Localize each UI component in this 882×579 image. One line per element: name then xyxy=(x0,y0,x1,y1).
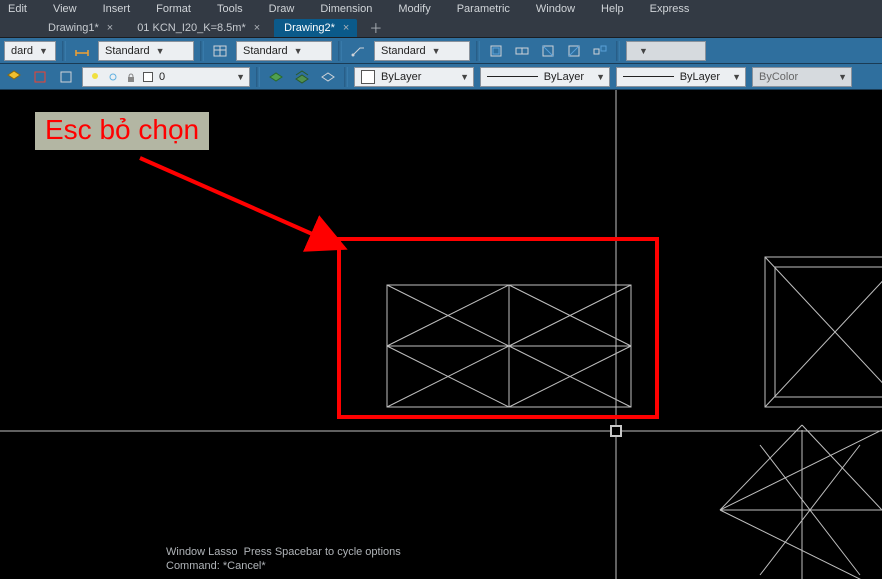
tab-label: 01 KCN_I20_K=8.5m* xyxy=(137,22,246,34)
layer-dropdown[interactable]: 0 ▼ xyxy=(82,67,250,87)
menu-modify[interactable]: Modify xyxy=(398,3,430,15)
color-swatch-icon xyxy=(361,70,375,84)
menu-help[interactable]: Help xyxy=(601,3,624,15)
dd-label: ByLayer xyxy=(544,71,584,83)
chevron-down-icon: ▼ xyxy=(838,72,847,82)
lock-icon xyxy=(125,71,137,83)
chevron-down-icon: ▼ xyxy=(236,72,245,82)
menu-parametric[interactable]: Parametric xyxy=(457,3,510,15)
pick-box-icon xyxy=(610,425,622,437)
chevron-down-icon: ▼ xyxy=(596,72,605,82)
menu-dimension[interactable]: Dimension xyxy=(320,3,372,15)
color-dropdown[interactable]: ByLayer ▼ xyxy=(354,67,474,87)
layer-name: 0 xyxy=(159,71,165,83)
scale-icon-5[interactable] xyxy=(590,41,610,61)
tab-drawing2[interactable]: Drawing2* × xyxy=(274,19,357,37)
tab-kcn[interactable]: 01 KCN_I20_K=8.5m* × xyxy=(127,19,268,37)
tab-drawing1[interactable]: Drawing1* × xyxy=(38,19,121,37)
tab-label: Drawing2* xyxy=(284,22,335,34)
separator xyxy=(476,41,480,61)
layer-tool-icon-1[interactable] xyxy=(4,67,24,87)
separator xyxy=(256,67,260,87)
plotstyle-dropdown[interactable]: ByColor ▼ xyxy=(752,67,852,87)
dd-label: Standard xyxy=(381,45,426,57)
layer-states-icon[interactable] xyxy=(266,67,286,87)
toolbar-row-1: dard ▼ Standard ▼ Standard ▼ Standard ▼ … xyxy=(0,38,882,64)
close-icon[interactable]: × xyxy=(343,22,349,34)
tab-label: Drawing1* xyxy=(48,22,99,34)
linetype-sample-icon xyxy=(487,76,538,77)
menubar: Edit View Insert Format Tools Draw Dimen… xyxy=(0,0,882,18)
lightbulb-icon xyxy=(89,71,101,83)
sun-icon xyxy=(107,71,119,83)
command-prompt-line: Command: *Cancel* xyxy=(166,559,401,573)
chevron-down-icon: ▼ xyxy=(39,46,48,56)
chevron-down-icon: ▼ xyxy=(460,72,469,82)
scale-icon-4[interactable] xyxy=(564,41,584,61)
menu-express[interactable]: Express xyxy=(650,3,690,15)
lineweight-sample-icon xyxy=(623,76,674,77)
dd-label: ByLayer xyxy=(680,71,720,83)
layer-tool-icon-2[interactable] xyxy=(30,67,50,87)
close-icon[interactable]: × xyxy=(254,22,260,34)
dd-label: dard xyxy=(11,45,33,57)
menu-draw[interactable]: Draw xyxy=(269,3,295,15)
dim-style-dropdown[interactable]: Standard ▼ xyxy=(98,41,194,61)
chevron-down-icon: ▼ xyxy=(156,46,165,56)
dim-style-icon[interactable] xyxy=(72,41,92,61)
toolbar-row-2: 0 ▼ ByLayer ▼ ByLayer ▼ ByLayer ▼ ByColo… xyxy=(0,64,882,90)
dd-label: Standard xyxy=(105,45,150,57)
separator xyxy=(338,41,342,61)
menu-view[interactable]: View xyxy=(53,3,77,15)
lineweight-dropdown[interactable]: ByLayer ▼ xyxy=(616,67,746,87)
scale-icon-2[interactable] xyxy=(512,41,532,61)
separator xyxy=(200,41,204,61)
chevron-down-icon: ▼ xyxy=(432,46,441,56)
chevron-down-icon: ▼ xyxy=(639,46,648,56)
dd-label: ByColor xyxy=(759,71,798,83)
color-swatch-icon xyxy=(143,72,153,82)
separator xyxy=(344,67,348,87)
text-style-dropdown-partial[interactable]: dard ▼ xyxy=(4,41,56,61)
command-line[interactable]: Window Lasso Press Spacebar to cycle opt… xyxy=(166,545,401,573)
scale-icon-3[interactable] xyxy=(538,41,558,61)
mleader-style-dropdown[interactable]: Standard ▼ xyxy=(374,41,470,61)
separator xyxy=(616,41,620,61)
menu-format[interactable]: Format xyxy=(156,3,191,15)
layer-tool-icon-3[interactable] xyxy=(56,67,76,87)
menu-window[interactable]: Window xyxy=(536,3,575,15)
dd-label: Standard xyxy=(243,45,288,57)
annotation-label: Esc bỏ chọn xyxy=(35,112,209,150)
command-history-line: Window Lasso Press Spacebar to cycle opt… xyxy=(166,545,401,559)
scale-icon-1[interactable] xyxy=(486,41,506,61)
mleader-style-icon[interactable] xyxy=(348,41,368,61)
scale-list-dropdown[interactable]: ▼ xyxy=(626,41,706,61)
separator xyxy=(62,41,66,61)
linetype-dropdown[interactable]: ByLayer ▼ xyxy=(480,67,610,87)
document-tabbar: Drawing1* × 01 KCN_I20_K=8.5m* × Drawing… xyxy=(0,18,882,38)
layer-previous-icon[interactable] xyxy=(292,67,312,87)
new-tab-button[interactable]: ＋ xyxy=(363,18,388,37)
layer-match-icon[interactable] xyxy=(318,67,338,87)
chevron-down-icon: ▼ xyxy=(732,72,741,82)
dd-label: ByLayer xyxy=(381,71,421,83)
table-style-dropdown[interactable]: Standard ▼ xyxy=(236,41,332,61)
table-style-icon[interactable] xyxy=(210,41,230,61)
chevron-down-icon: ▼ xyxy=(294,46,303,56)
menu-tools[interactable]: Tools xyxy=(217,3,243,15)
menu-insert[interactable]: Insert xyxy=(103,3,131,15)
close-icon[interactable]: × xyxy=(107,22,113,34)
annotation-highlight-box xyxy=(337,237,659,419)
menu-edit[interactable]: Edit xyxy=(8,3,27,15)
annotation-arrow-icon xyxy=(134,152,364,262)
